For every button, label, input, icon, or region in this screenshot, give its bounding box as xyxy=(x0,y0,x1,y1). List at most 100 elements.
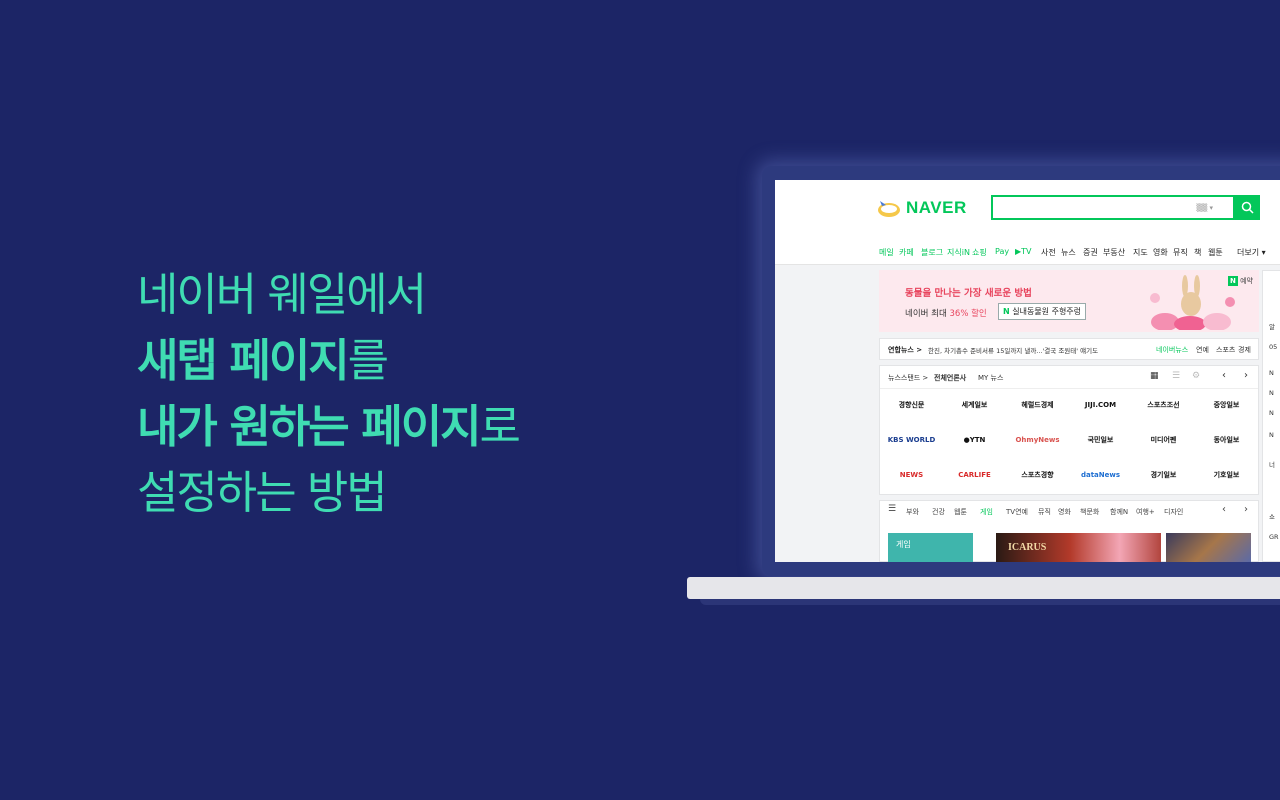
hero-heading: 네이버 웨일에서 새탭 페이지를 내가 원하는 페이지로 설정하는 방법 xyxy=(137,262,521,526)
press-logo[interactable]: 스포츠경향 xyxy=(1006,458,1069,493)
menu-item[interactable]: 지도 xyxy=(1133,247,1148,258)
reservation-badge[interactable]: N 예약 xyxy=(1227,276,1253,286)
press-logo[interactable]: 경향신문 xyxy=(880,388,943,423)
menu-item[interactable]: 뉴스 xyxy=(1061,247,1076,258)
press-logo[interactable]: 기호일보 xyxy=(1195,458,1258,493)
content-tab[interactable]: 영화 xyxy=(1058,507,1071,517)
keyboard-icon[interactable]: ▒▒ ▾ xyxy=(1196,204,1213,212)
ticker-link[interactable]: 스포츠 xyxy=(1216,345,1235,355)
content-tab[interactable]: 책문화 xyxy=(1080,507,1099,517)
content-tab[interactable]: 함께N xyxy=(1110,507,1128,517)
right-column-text: N xyxy=(1269,431,1274,439)
settings-icon[interactable]: ⚙ xyxy=(1192,371,1200,381)
tabs-prev-icon[interactable]: ‹ xyxy=(1222,504,1226,515)
icarus-thumbnail[interactable]: ICARUS xyxy=(996,533,1161,562)
content-tab[interactable]: TV연예 xyxy=(1006,507,1028,517)
press-logo[interactable]: 중앙일보 xyxy=(1195,388,1258,423)
newsstand-title[interactable]: 뉴스스탠드 > xyxy=(888,373,928,383)
press-logo[interactable]: 동아일보 xyxy=(1195,423,1258,458)
press-logo[interactable]: 스포츠조선 xyxy=(1132,388,1195,423)
right-column-text: N xyxy=(1269,369,1274,377)
right-column-text: N xyxy=(1269,389,1274,397)
menu-item[interactable]: 더보기 ▾ xyxy=(1237,247,1266,258)
press-logo[interactable]: CARLIFE xyxy=(943,458,1006,493)
press-logo[interactable]: dataNews xyxy=(1069,458,1132,493)
search-button[interactable] xyxy=(1235,195,1260,220)
menu-item[interactable]: 메일 xyxy=(879,247,894,258)
content-tab[interactable]: 뮤직 xyxy=(1038,507,1051,517)
right-column-text: 05 xyxy=(1269,343,1278,351)
menu-item[interactable]: 웹툰 xyxy=(1208,247,1223,258)
laptop-screen: NAVER ▒▒ ▾ 메일 카페 블로그 지식iN 쇼핑 Pay ▶TV 사전 뉴스 증권 부동산 지… xyxy=(775,180,1280,562)
right-column-text: 알 xyxy=(1269,323,1275,331)
hero-line-4: 설정하는 방법 xyxy=(137,466,388,519)
prev-icon[interactable]: ‹ xyxy=(1222,370,1226,381)
menu-item[interactable]: 뮤직 xyxy=(1173,247,1188,258)
content-tab[interactable]: 부와 xyxy=(906,507,919,517)
press-logo[interactable]: OhmyNews xyxy=(1006,423,1069,458)
press-logo[interactable]: JIJI.COM xyxy=(1069,388,1132,423)
menu-item[interactable]: 지식iN xyxy=(947,247,970,258)
press-logo[interactable]: 미디어펜 xyxy=(1132,423,1195,458)
tabs-next-icon[interactable]: › xyxy=(1244,504,1248,515)
right-column-text: N xyxy=(1269,409,1274,417)
laptop-base-shadow xyxy=(700,599,1280,605)
press-logo[interactable]: 헤럴드경제 xyxy=(1006,388,1069,423)
reservation-label: 예약 xyxy=(1237,277,1253,285)
game-art-thumbnail[interactable] xyxy=(1166,533,1251,562)
press-logo[interactable]: 경기일보 xyxy=(1132,458,1195,493)
menu-item[interactable]: 부동산 xyxy=(1103,247,1125,258)
hero-line-2: 새탭 페이지를 xyxy=(137,328,519,394)
menu-item[interactable]: 영화 xyxy=(1153,247,1168,258)
content-tab[interactable]: 디자인 xyxy=(1164,507,1183,517)
naver-n-icon: N xyxy=(1003,307,1010,316)
menu-icon[interactable]: ☰ xyxy=(888,504,896,514)
grid-view-icon[interactable]: ▦ xyxy=(1150,371,1159,381)
game-thumbnail[interactable]: 게임 xyxy=(888,533,973,562)
content-tab[interactable]: 웹툰 xyxy=(954,507,967,517)
search-input[interactable]: ▒▒ ▾ xyxy=(991,195,1235,220)
next-icon[interactable]: › xyxy=(1244,370,1248,381)
content-tabs: ☰ ‹ › 게임 ICARUS 부와 건강 웹툰 게임 TV연예 뮤직 영화 책문화 함께N 여행… xyxy=(879,500,1259,562)
menu-item[interactable]: 책 xyxy=(1194,247,1201,258)
naver-header: NAVER ▒▒ ▾ xyxy=(775,180,1280,238)
content-tab[interactable]: 게임 xyxy=(980,507,993,517)
menu-item[interactable]: 블로그 xyxy=(921,247,943,258)
content-tab[interactable]: 건강 xyxy=(932,507,945,517)
press-logo[interactable]: NEWS xyxy=(880,458,943,493)
ticker-link[interactable]: 경제 xyxy=(1238,345,1251,355)
ticker-link[interactable]: 네이버뉴스 xyxy=(1156,345,1188,355)
menu-item[interactable]: 증권 xyxy=(1083,247,1098,258)
tab-my-news[interactable]: MY 뉴스 xyxy=(978,373,1003,383)
newsstand-header: 뉴스스탠드 > 전체언론사 MY 뉴스 ▦ ☰ ⚙ ‹ › xyxy=(880,366,1258,389)
tab-all-press[interactable]: 전체언론사 xyxy=(934,373,966,383)
banner-subtitle: 네이버 최대 36% 할인 xyxy=(905,307,987,319)
menu-item[interactable]: 카페 xyxy=(899,247,914,258)
menu-item[interactable]: 쇼핑 xyxy=(972,247,987,258)
ticker-source[interactable]: 연합뉴스 > xyxy=(888,345,922,355)
hero-line-1: 네이버 웨일에서 xyxy=(137,268,427,321)
whale-logo-icon xyxy=(878,201,900,217)
news-ticker[interactable]: 연합뉴스 > 한진, 차기총수 준비서류 15일까지 낼까...'결국 조원태'… xyxy=(879,338,1259,360)
ticker-headline[interactable]: 한진, 차기총수 준비서류 15일까지 낼까...'결국 조원태' 얘기도 xyxy=(928,345,1098,355)
content-tab[interactable]: 여행+ xyxy=(1136,507,1155,517)
press-logo[interactable]: 세계일보 xyxy=(943,388,1006,423)
naver-n-badge-icon: N xyxy=(1227,276,1238,286)
naver-logo[interactable]: NAVER xyxy=(906,198,967,218)
press-logo[interactable]: 국민일보 xyxy=(1069,423,1132,458)
hero-line-2-rest: 를 xyxy=(347,334,389,387)
ticker-link[interactable]: 연예 xyxy=(1196,345,1209,355)
list-view-icon[interactable]: ☰ xyxy=(1172,371,1180,381)
press-logo[interactable]: KBS WORLD xyxy=(880,423,943,458)
hero-line-3-bold: 내가 원하는 페이지 xyxy=(137,400,482,453)
banner-cta-label: 실내동물원 주형주렁 xyxy=(1009,307,1082,316)
press-logo[interactable]: ●YTN xyxy=(943,423,1006,458)
menu-item[interactable]: Pay xyxy=(995,247,1009,256)
banner-title: 동물을 만나는 가장 새로운 방법 xyxy=(905,288,1032,299)
search-icon xyxy=(1241,201,1254,214)
banner-cta[interactable]: N 실내동물원 주형주렁 xyxy=(998,303,1087,320)
menu-item[interactable]: 사전 xyxy=(1041,247,1056,258)
ad-banner[interactable]: 동물을 만나는 가장 새로운 방법 네이버 최대 36% 할인 N 실내동물원 … xyxy=(879,270,1259,332)
menu-item[interactable]: ▶TV xyxy=(1015,247,1032,256)
newsstand-panel: 뉴스스탠드 > 전체언론사 MY 뉴스 ▦ ☰ ⚙ ‹ › 경향신문 세계일보 헤럴… xyxy=(879,365,1259,495)
